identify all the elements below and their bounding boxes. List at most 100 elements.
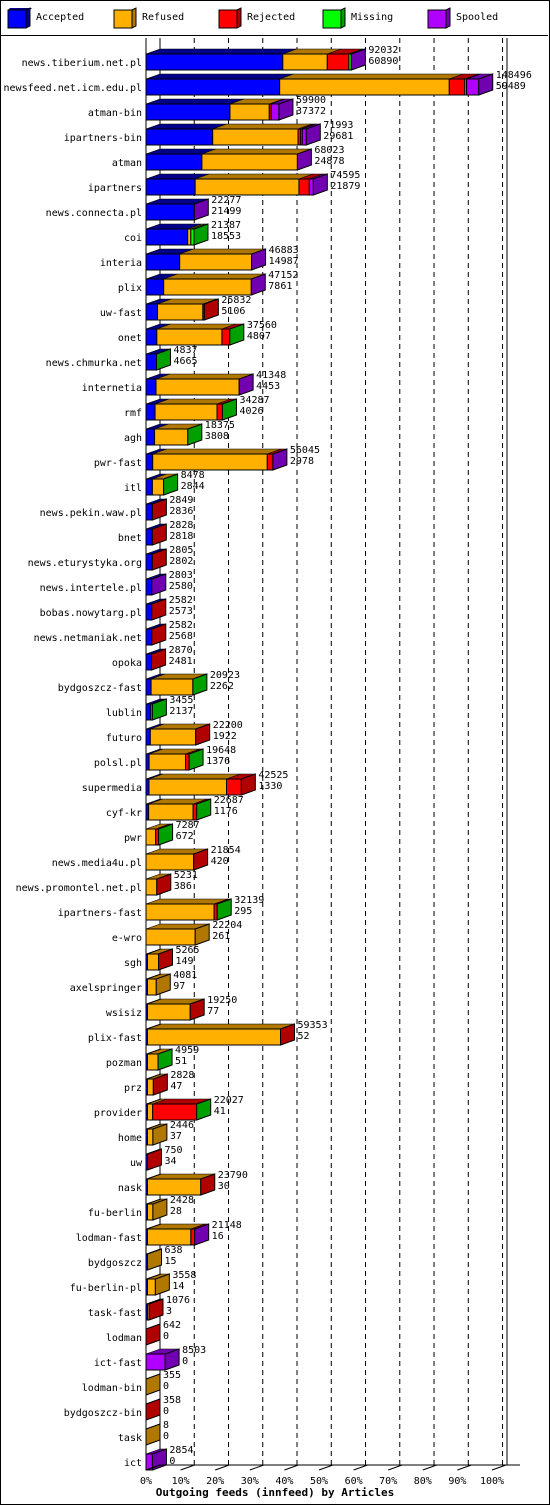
bar-segment-accepted (145, 228, 189, 246)
category-label: lodman-fast (76, 1233, 142, 1244)
bar-segment-accepted (145, 403, 156, 421)
bar-group: 28702481 (145, 645, 193, 671)
bar-total-label: 1076 (166, 1295, 190, 1306)
category-label: wsisiz (106, 1008, 142, 1019)
bar-group: 75034 (145, 1145, 183, 1171)
bar-segment-refused (147, 1078, 154, 1096)
bar-total-label: 642 (163, 1320, 181, 1331)
bar-accepted-label: 0 (163, 1431, 169, 1442)
bar-segment-spooled (270, 103, 280, 121)
bar-accepted-label: 0 (163, 1331, 169, 1342)
category-label: agh (124, 433, 142, 444)
bar-total-label: 41348 (256, 370, 286, 381)
bar-total-label: 5265 (176, 945, 200, 956)
category-label: atman (112, 158, 142, 169)
bar-total-label: 4959 (175, 1045, 199, 1056)
category-label: ipartners-fast (58, 908, 142, 919)
bar-group: 2202741 (145, 1095, 244, 1121)
bar-segment-accepted (145, 78, 281, 96)
bar-group: 28052802 (145, 545, 193, 571)
bar-segment-refused (147, 953, 160, 971)
bar-total-label: 18375 (205, 420, 235, 431)
bar-total-label: 5231 (174, 870, 198, 881)
bar-group: 6802324878 (145, 145, 344, 171)
bar-total-label: 68023 (314, 145, 344, 156)
bar-group: 5231386 (145, 870, 198, 896)
bar-side (145, 1398, 161, 1421)
bar-group: 6420 (145, 1320, 181, 1346)
bar-total-label: 2854 (169, 1445, 193, 1456)
bar-group: 244637 (145, 1120, 194, 1146)
x-axis-title: Outgoing feeds (innfeed) by Articles (156, 1486, 394, 1499)
stacked-bar-chart: 9203260890148496594895990037372719932968… (4, 38, 532, 1499)
category-label: onet (118, 333, 142, 344)
bar-accepted-label: 2978 (290, 456, 314, 467)
bar-accepted-label: 41 (214, 1106, 226, 1117)
bar-segment-refused (151, 478, 165, 496)
bar-segment-spooled (466, 78, 480, 96)
bar-group: 28492836 (145, 495, 193, 521)
bar-segment-refused (147, 978, 157, 996)
category-label: uw-fast (100, 308, 142, 319)
category-label: bydgoszcz (88, 1258, 142, 1269)
bar-segment-accepted (145, 628, 153, 646)
bar-total-label: 2428 (170, 1195, 194, 1206)
bar-group: 375604807 (145, 320, 277, 346)
bar-accepted-label: 21499 (211, 206, 241, 217)
tick-mark (422, 1464, 437, 1471)
bar-segment-accepted (145, 528, 153, 546)
bar-segment-accepted (145, 503, 153, 521)
bar-accepted-label: 2844 (181, 481, 205, 492)
bar-group: 2138718553 (145, 220, 241, 246)
bar-accepted-label: 4807 (247, 331, 271, 342)
bar-accepted-label: 77 (207, 1006, 219, 1017)
bar-segment-refused (212, 128, 299, 146)
category-label: bobas.nowytarg.pl (40, 608, 142, 619)
bar-segment-refused (147, 1128, 154, 1146)
bar-total-label: 2446 (170, 1120, 194, 1131)
bar-segment-accepted (145, 203, 195, 221)
bar-group: 28540 (145, 1445, 194, 1471)
bar-segment-refused (147, 1203, 154, 1221)
bar-total-label: 2828 (169, 520, 193, 531)
bar-total-label: 8503 (182, 1345, 206, 1356)
bar-segment-refused (194, 178, 300, 196)
bar-segment-refused (148, 778, 228, 796)
bar-total-label: 2849 (169, 495, 193, 506)
bar-group: 413484453 (145, 370, 286, 396)
bar-group: 183753808 (145, 420, 235, 446)
bar-group: 495951 (145, 1045, 199, 1071)
bar-total-label: 2828 (170, 1070, 194, 1081)
tick-mark (353, 1464, 368, 1471)
bar-segment-refused (145, 928, 196, 946)
category-label: cyf-kr (106, 808, 142, 819)
bar-accepted-label: 16 (212, 1231, 224, 1242)
bar-group: 2379030 (145, 1170, 248, 1196)
bar-segment-refused (147, 1103, 154, 1121)
category-label: task-fast (88, 1308, 142, 1319)
bar-accepted-label: 51 (175, 1056, 187, 1067)
bar-accepted-label: 37 (170, 1131, 182, 1142)
bar-accepted-label: 97 (173, 981, 185, 992)
bar-group: 242828 (145, 1195, 194, 1221)
bar-total-label: 59353 (298, 1020, 328, 1031)
category-label: news.pekin.waw.pl (40, 508, 142, 519)
bar-segment-refused (147, 1053, 159, 1071)
tick-mark (491, 1464, 507, 1471)
bar-segment-accepted (145, 553, 153, 571)
bar-segment-accepted (145, 603, 153, 621)
bar-total-label: 148496 (496, 70, 532, 81)
bar-accepted-label: 4665 (173, 356, 197, 367)
bar-accepted-label: 30 (218, 1181, 230, 1192)
category-label: pwr (124, 833, 142, 844)
bar-segment-rejected (216, 403, 223, 421)
bar-group: 5935352 (145, 1020, 328, 1046)
bar-group: 63815 (145, 1245, 183, 1271)
tick-mark (215, 1464, 230, 1471)
bar-group: 3550 (145, 1370, 181, 1396)
bar-segment-accepted (145, 578, 153, 596)
bar-segment-rejected (266, 453, 274, 471)
bar-segment-refused (147, 1028, 282, 1046)
bar-accepted-label: 2818 (169, 531, 193, 542)
bar-group: 226871176 (145, 795, 244, 821)
